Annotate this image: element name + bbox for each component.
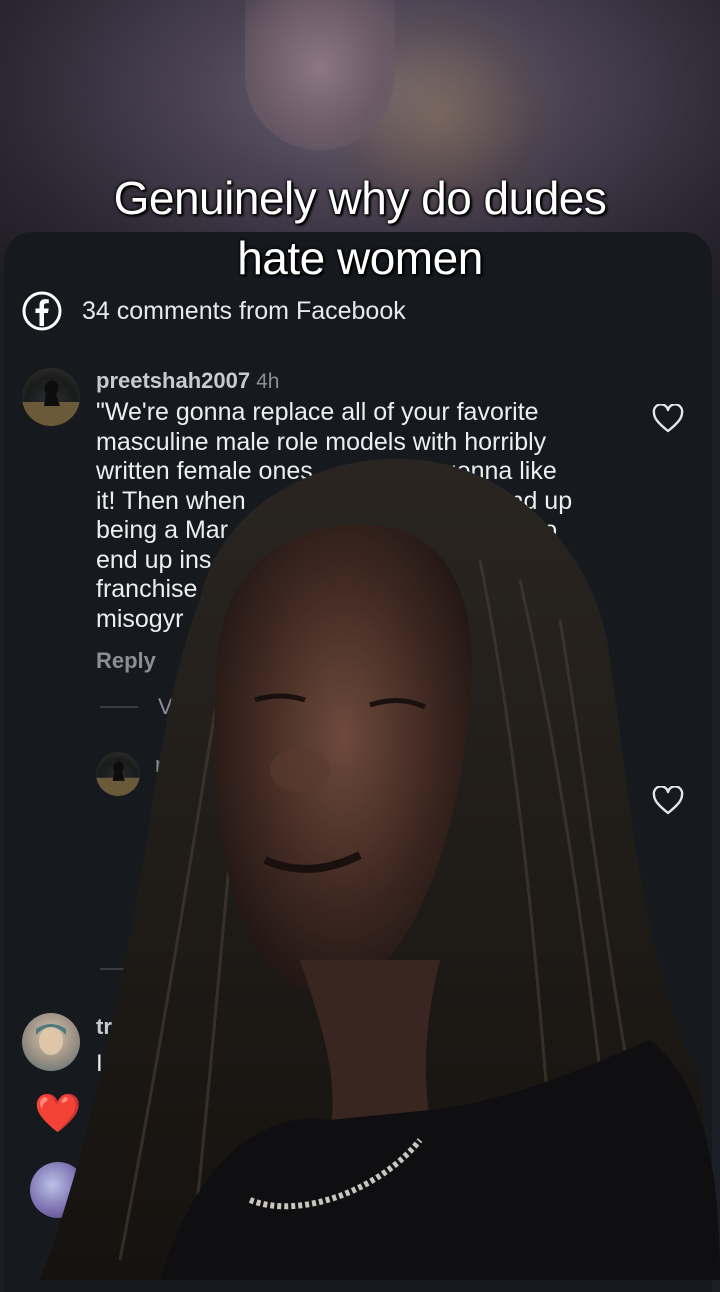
reply-username[interactable]: r [155, 752, 162, 778]
comment-line-fragment: being a Mar [96, 516, 229, 544]
background-person-face [245, 0, 395, 150]
comment-time: 4h [256, 370, 280, 393]
comment-line: being a Mar ing to [96, 516, 616, 546]
comments-header: 34 comments from Facebook [22, 291, 406, 331]
comment-item: preetshah2007 4h "We're gonna replace all… [96, 368, 616, 634]
comment-text: "We're gonna replace all of your favorit… [96, 398, 616, 634]
thread-divider [100, 706, 138, 708]
reply-button[interactable]: Reply [96, 648, 156, 674]
comment-line: written female ones gonna like [96, 457, 616, 487]
facebook-icon [22, 291, 62, 331]
avatar[interactable] [30, 1162, 86, 1218]
avatar-silhouette-icon [22, 380, 80, 426]
view-replies-button[interactable]: V [158, 694, 173, 720]
thread-divider [100, 968, 130, 970]
avatar[interactable] [22, 1013, 80, 1071]
comment-line: end up ins [96, 545, 212, 574]
avatar-portrait-icon [36, 1024, 66, 1055]
comment-line: "We're gonna replace all of your favorit… [96, 398, 539, 426]
comment-line: franchise [96, 575, 198, 603]
comment-line-fragment-right: ing to [496, 516, 558, 544]
comment-text: I [96, 1050, 103, 1077]
caption-line-2: hate women [237, 232, 483, 284]
comment-username[interactable]: preetshah2007 [96, 368, 250, 393]
comments-count-label: 34 comments from Facebook [82, 296, 406, 325]
comment-line-fragment-right: gonna like [442, 457, 557, 485]
overlay-caption: Genuinely why do dudes hate women [0, 168, 720, 288]
heart-reaction-icon: ❤️ [34, 1093, 82, 1135]
comment-username[interactable]: tr [96, 1014, 112, 1040]
avatar-silhouette-icon [96, 761, 140, 796]
caption-line-1: Genuinely why do dudes [113, 172, 607, 224]
avatar[interactable] [96, 752, 140, 796]
avatar[interactable] [22, 368, 80, 426]
comment-line-fragment: it! Then when [96, 486, 246, 515]
comment-line-fragment: written female ones [96, 457, 313, 485]
comment-line: misogyr [96, 604, 184, 633]
like-heart-icon[interactable] [652, 404, 684, 434]
comment-line: masculine male role models with horribly [96, 427, 547, 456]
comment-line: it! Then when end up [96, 487, 616, 517]
like-heart-icon[interactable] [652, 786, 684, 816]
comment-line-fragment-right: end up [495, 486, 573, 515]
